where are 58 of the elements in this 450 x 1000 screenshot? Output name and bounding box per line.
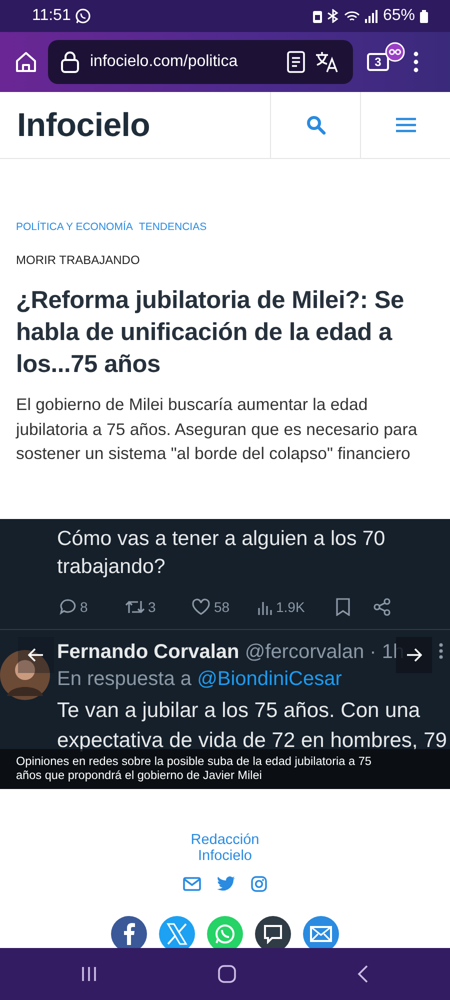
user-handle: @fercorvalan · 1h [244,640,404,662]
translate-icon[interactable] [315,51,339,73]
battery-level: 65% [382,7,415,25]
facebook-icon [123,922,135,944]
previous-button[interactable] [18,636,54,672]
heart-icon[interactable] [191,598,211,616]
clock-time: 11:51 [32,7,71,25]
site-logo[interactable]: Infocielo [0,92,270,158]
camera-icon[interactable] [251,876,267,892]
stat-count: 8 [80,598,88,614]
signal-icon [364,10,378,22]
email-icon[interactable] [183,876,201,890]
reply-label: En respuesta a [57,668,192,690]
address-bar[interactable]: infocielo.com/politica [48,40,353,84]
category-link[interactable]: TENDENCIAS [138,221,207,233]
facebook-share-button[interactable] [111,916,147,948]
kebab-icon [413,51,419,73]
user-name: Fernando Corvalan [57,640,240,662]
tweet-text: Cómo vas a tener a alguien a los 70 trabajando? [57,526,386,580]
house-icon [14,50,38,74]
article-summary: El gobierno de Milei buscaría aumentar la edad jubilatoria a 75 años. Aseguran que es necesario para sostener un sistema "al borde del colapso" financiero [16,394,418,465]
reader-mode-icon[interactable] [287,51,305,73]
stat-count: 58 [214,598,230,614]
incognito-badge-icon [385,42,405,62]
bluetooth-icon [326,9,339,23]
category-link[interactable]: POLÍTICA Y ECONOMÍA [16,221,133,233]
image-caption: Opiniones en redes sobre la posible suba de la edad jubilatoria a 75 años que propondrá el gobierno de Javier Milei [0,748,450,788]
home-nav-icon [218,965,236,983]
battery-saver-icon [312,10,322,22]
more-icon [438,642,444,660]
menu-icon [396,117,416,133]
search-icon [306,115,326,135]
whatsapp-icon [74,8,91,24]
avatar [0,650,50,700]
article-kicker: MORIR TRABAJANDO [16,253,141,267]
recent-apps-icon [80,966,97,982]
wifi-icon [344,10,360,22]
email-share-button[interactable] [303,916,339,948]
bookmark-icon[interactable] [335,598,351,616]
message-share-button[interactable] [255,916,291,948]
x-share-button[interactable] [159,916,195,948]
arrow-left-icon [28,648,44,662]
envelope-icon [310,926,332,942]
author-link[interactable]: Redacción Infocielo [180,832,270,864]
article-title: ¿Reforma jubilatoria de Milei?: Se habla de unificación de la edad a los...75 años [16,286,405,380]
bird-icon[interactable] [217,876,235,891]
chat-bubble-icon [263,924,283,944]
url-text: infocielo.com/politica [90,53,239,71]
stat-count: 1.9K [276,598,305,614]
back-icon [357,965,370,983]
arrow-right-icon [406,648,422,662]
share-icon[interactable] [373,598,391,616]
stat-count: 3 [148,598,156,614]
x-icon [166,922,188,944]
comment-icon[interactable] [59,598,77,616]
lock-icon [60,50,80,74]
whatsapp-icon [214,922,236,944]
battery-icon [420,10,428,22]
